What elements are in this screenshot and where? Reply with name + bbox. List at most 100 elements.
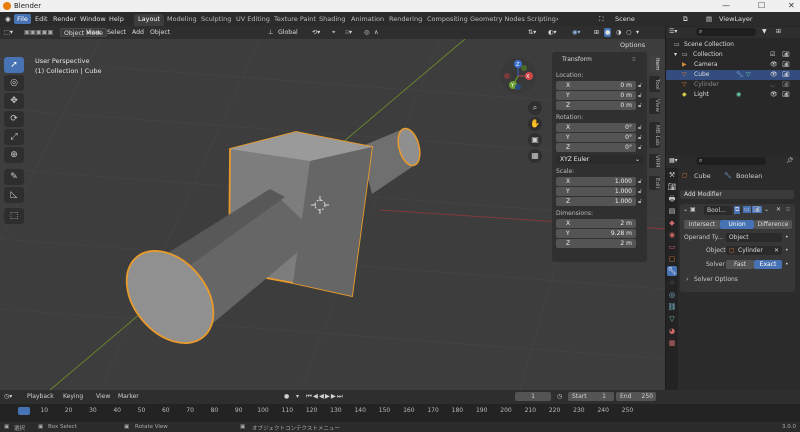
view-layer-name[interactable]: ViewLayer	[716, 14, 756, 24]
move-tool-icon[interactable]: ✥	[4, 93, 24, 109]
add-modifier-button[interactable]: Add Modifier	[680, 190, 794, 199]
lock-icon[interactable]: 🔓︎	[638, 92, 642, 100]
menu-add[interactable]: Add	[132, 28, 144, 37]
tab-compositing[interactable]: Compositing	[423, 14, 472, 26]
operation-union[interactable]: Union	[720, 220, 754, 229]
eye-icon[interactable]: 👁︎	[770, 70, 778, 80]
operation-difference[interactable]: Difference	[754, 220, 792, 229]
snap-settings-icon[interactable]: ⁝⁝▾	[345, 28, 352, 37]
playback-controls[interactable]: ⏮◀◀▶▶⏭	[306, 392, 344, 401]
outliner-item-cube[interactable]: ▽ Cube 🔧︎ ▽ 👁︎ 📷︎	[666, 70, 800, 80]
lock-icon[interactable]: 🔓︎	[638, 144, 642, 152]
close-button[interactable]: ✕	[788, 1, 795, 10]
menu-window[interactable]: Window	[77, 14, 109, 24]
viewport-toggle-icon[interactable]: ▭	[743, 206, 751, 213]
location-x-field[interactable]: X0 m	[556, 81, 636, 90]
menu-edit[interactable]: Edit	[32, 14, 51, 24]
select-mode-icons[interactable]: ▣▣▣▣▣	[24, 28, 53, 37]
rotate-tool-icon[interactable]: ⟳	[4, 111, 24, 127]
workspace-chevron-icon[interactable]: ›	[553, 14, 562, 24]
physics-tab-icon[interactable]: ◎	[667, 290, 677, 300]
outliner-search-input[interactable]: ⌕	[696, 28, 756, 36]
measure-tool-icon[interactable]: ◺	[4, 187, 24, 203]
menu-select[interactable]: Select	[107, 28, 126, 37]
timeline-ruler[interactable]: 1102030405060708090100110120130140150160…	[0, 404, 800, 414]
camera-restrict-icon[interactable]: 📷︎	[782, 60, 790, 70]
render-tab-icon[interactable]: 📷︎	[667, 182, 677, 192]
lock-icon[interactable]: 🔓︎	[638, 198, 642, 206]
rotation-z-field[interactable]: Z 0°	[556, 143, 636, 152]
minimize-button[interactable]: —	[722, 1, 730, 10]
object-tab-icon[interactable]: ▢	[667, 254, 677, 264]
operation-intersect[interactable]: Intersect	[684, 220, 720, 229]
tab-animation[interactable]: Animation	[347, 14, 388, 26]
tab-vrm[interactable]: VRM	[649, 154, 660, 168]
gizmo-toggle-icon[interactable]: ⇅▾	[528, 28, 536, 37]
playhead[interactable]	[18, 407, 30, 415]
view-layer-icon[interactable]: ▤	[703, 14, 715, 24]
annotate-tool-icon[interactable]: ✎	[4, 169, 24, 185]
mesh-data-icon[interactable]: ▽	[746, 70, 751, 80]
tab-rendering[interactable]: Rendering	[385, 14, 426, 26]
scale-x-field[interactable]: X 1.000	[556, 177, 636, 186]
proportional-edit-icon[interactable]: ◎	[364, 28, 369, 37]
menu-object[interactable]: Object	[150, 28, 170, 37]
lock-icon[interactable]: 🔓︎	[638, 178, 642, 186]
properties-editor-icon[interactable]: ▦▾	[669, 157, 678, 164]
rendered-shading-icon[interactable]: ○	[626, 28, 631, 37]
filter-icon[interactable]: ▼	[762, 27, 767, 37]
transform-orientation-dropdown[interactable]: Global	[278, 28, 298, 37]
texture-tab-icon[interactable]: ▦	[667, 338, 677, 348]
outliner-item-light[interactable]: ◆ Light ◉ 👁︎ 📷︎	[666, 90, 800, 100]
tool-tab-icon[interactable]: ⚒	[667, 170, 677, 180]
tab-item[interactable]: Item	[649, 56, 660, 72]
light-data-icon[interactable]: ◉	[736, 90, 741, 100]
outliner-scene-collection[interactable]: ▭ Scene Collection	[666, 40, 800, 50]
checkbox-icon[interactable]: ☑	[770, 50, 775, 60]
pan-hand-icon[interactable]: ✋	[528, 117, 542, 131]
menu-view[interactable]: View	[86, 28, 101, 37]
camera-restrict-icon[interactable]: 📷︎	[782, 70, 790, 80]
tab-view[interactable]: View	[649, 98, 660, 114]
zoom-icon[interactable]: ⌕	[528, 101, 542, 115]
tab-uv-editing[interactable]: UV Editing	[232, 14, 274, 26]
perspective-grid-icon[interactable]: ▦	[528, 149, 542, 163]
properties-search-input[interactable]: ⌕	[696, 157, 766, 165]
world-tab-icon[interactable]: ◉	[667, 230, 677, 240]
scene-name[interactable]: Scene	[612, 14, 638, 24]
scene-tab-icon[interactable]: ◆	[667, 218, 677, 228]
tab-layout[interactable]: Layout	[134, 14, 165, 26]
scene-icon[interactable]: ⛶	[596, 14, 607, 24]
particles-tab-icon[interactable]: ⁘	[667, 278, 677, 288]
stopwatch-icon[interactable]: ◷	[557, 393, 562, 400]
view-layer-tab-icon[interactable]: ▤	[667, 206, 677, 216]
snap-icon[interactable]: ⌖	[332, 28, 335, 37]
transform-header[interactable]: Transform	[562, 56, 592, 63]
scale-y-field[interactable]: Y 1.000	[556, 187, 636, 196]
material-shading-icon[interactable]: ◑	[616, 28, 621, 37]
operand-type-dropdown[interactable]: Object	[726, 233, 782, 242]
keyframe-dot-icon[interactable]: •	[785, 247, 789, 254]
tab-shading[interactable]: Shading	[315, 14, 349, 26]
clear-field-icon[interactable]: ✕	[774, 247, 779, 254]
lock-icon[interactable]: 🔓︎	[638, 134, 642, 142]
timeline-editor-icon[interactable]: ◷▾	[4, 393, 12, 400]
pin-icon[interactable]: 📌︎	[786, 157, 794, 164]
falloff-icon[interactable]: ∧	[374, 28, 379, 37]
cursor-tool-icon[interactable]: ◎	[4, 75, 24, 91]
lock-icon[interactable]: 🔓︎	[638, 188, 642, 196]
dimensions-x-field[interactable]: X2 m	[556, 219, 636, 228]
panel-grip-icon[interactable]: ⁝⁝	[632, 56, 636, 63]
start-frame-field[interactable]: Start 1	[568, 392, 614, 401]
options-dropdown[interactable]: Options	[620, 41, 645, 49]
maximize-button[interactable]: ☐	[758, 1, 765, 10]
edit-mode-toggle-icon[interactable]: ⧉	[734, 206, 741, 214]
tab-edit[interactable]: Edit	[649, 176, 660, 190]
editor-type-icon[interactable]: ⬚▾	[4, 28, 13, 37]
tab-texture-paint[interactable]: Texture Paint	[270, 14, 320, 26]
orientation-icon[interactable]: ⊥	[268, 28, 273, 37]
keyframe-dot-icon[interactable]: •	[785, 261, 789, 268]
record-icon[interactable]: ●	[284, 393, 289, 400]
rotation-mode-dropdown[interactable]: XYZ Euler ⌄	[556, 155, 644, 164]
rotation-y-field[interactable]: Y 0°	[556, 133, 636, 142]
